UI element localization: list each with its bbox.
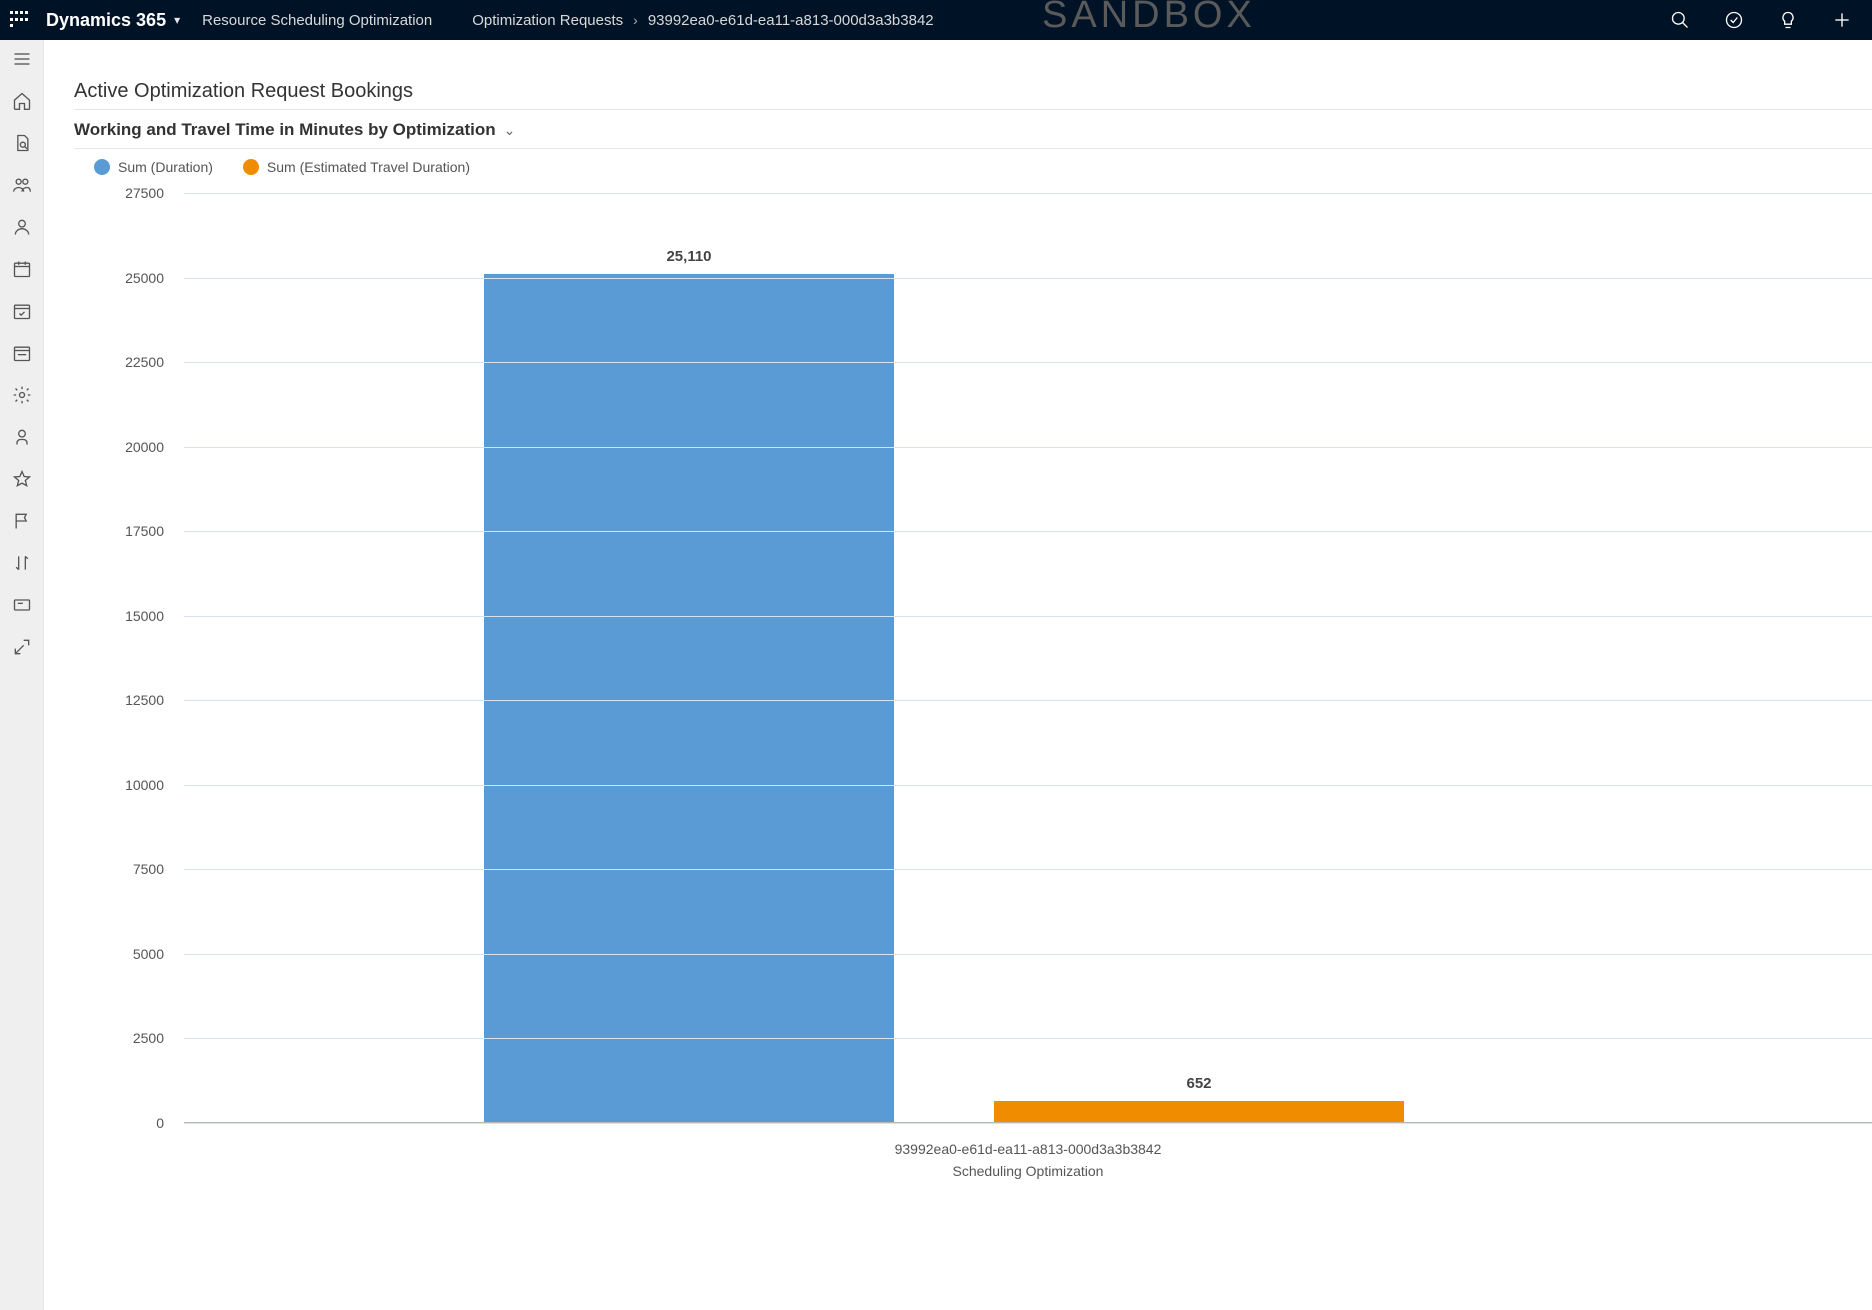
y-tick-label: 0	[156, 1115, 164, 1131]
bar-value-label: 652	[994, 1075, 1404, 1092]
bar-travel[interactable]: 652	[994, 1101, 1404, 1123]
y-tick-label: 27500	[125, 185, 164, 201]
star-icon[interactable]	[11, 468, 33, 490]
person-icon[interactable]	[11, 216, 33, 238]
y-tick-label: 2500	[133, 1030, 164, 1046]
top-nav-bar: Dynamics 365 ▾ Resource Scheduling Optim…	[0, 0, 1872, 40]
legend-item-duration[interactable]: Sum (Duration)	[94, 159, 213, 175]
share-icon[interactable]	[11, 636, 33, 658]
calendar-icon[interactable]	[11, 258, 33, 280]
user-icon[interactable]	[11, 426, 33, 448]
home-icon[interactable]	[11, 90, 33, 112]
x-axis: 93992ea0-e61d-ea11-a813-000d3a3b3842 Sch…	[184, 1133, 1872, 1193]
y-tick-label: 17500	[125, 523, 164, 539]
plot-area: 25,110 652	[184, 193, 1872, 1123]
gear-icon[interactable]	[11, 384, 33, 406]
chart-legend: Sum (Duration) Sum (Estimated Travel Dur…	[94, 159, 1872, 175]
y-axis: 0250050007500100001250015000175002000022…	[94, 183, 174, 1123]
lightbulb-icon[interactable]	[1778, 10, 1798, 30]
x-category-label: 93992ea0-e61d-ea11-a813-000d3a3b3842	[184, 1133, 1872, 1157]
chevron-down-icon: ⌄	[504, 122, 516, 139]
bar-duration[interactable]: 25,110	[484, 274, 894, 1123]
menu-icon[interactable]	[11, 48, 33, 70]
task-icon[interactable]	[1724, 10, 1744, 30]
chart-title-dropdown[interactable]: Working and Travel Time in Minutes by Op…	[74, 120, 1872, 140]
legend-label: Sum (Duration)	[118, 159, 213, 175]
people-icon[interactable]	[11, 174, 33, 196]
chart-area: 0 2500 5000 7500 10000 12500 15000 17500 20000 22…	[94, 183, 1872, 1193]
breadcrumb-level-2[interactable]: 93992ea0-e61d-ea11-a813-000d3a3b3842	[648, 12, 934, 29]
add-icon[interactable]	[1832, 10, 1852, 30]
calendar-range-icon[interactable]	[11, 342, 33, 364]
legend-swatch-orange	[243, 159, 259, 175]
legend-label: Sum (Estimated Travel Duration)	[267, 159, 470, 175]
app-launcher-icon[interactable]	[10, 11, 28, 29]
main-content: Active Optimization Request Bookings Wor…	[44, 40, 1872, 1310]
app-name[interactable]: Resource Scheduling Optimization	[202, 12, 432, 29]
calendar-check-icon[interactable]	[11, 300, 33, 322]
y-tick-label: 22500	[125, 354, 164, 370]
flag-icon[interactable]	[11, 510, 33, 532]
chart-title: Working and Travel Time in Minutes by Op…	[74, 120, 496, 140]
sort-icon[interactable]	[11, 552, 33, 574]
y-tick-label: 12500	[125, 692, 164, 708]
section-title: Active Optimization Request Bookings	[74, 80, 1872, 103]
y-tick-label: 25000	[125, 270, 164, 286]
legend-swatch-blue	[94, 159, 110, 175]
chevron-down-icon[interactable]: ▾	[174, 13, 180, 27]
environment-badge: SANDBOX	[1042, 0, 1256, 37]
bar-value-label: 25,110	[484, 248, 894, 265]
brand-label[interactable]: Dynamics 365	[46, 10, 166, 31]
breadcrumb-level-1[interactable]: Optimization Requests	[472, 12, 623, 29]
document-search-icon[interactable]	[11, 132, 33, 154]
legend-item-travel[interactable]: Sum (Estimated Travel Duration)	[243, 159, 470, 175]
y-tick-label: 5000	[133, 946, 164, 962]
y-tick-label: 20000	[125, 439, 164, 455]
side-rail	[0, 40, 44, 1310]
x-axis-title: Scheduling Optimization	[184, 1163, 1872, 1179]
search-icon[interactable]	[1670, 10, 1690, 30]
y-tick-label: 15000	[125, 608, 164, 624]
y-tick-label: 10000	[125, 777, 164, 793]
breadcrumb-separator: ›	[633, 12, 638, 28]
card-icon[interactable]	[11, 594, 33, 616]
y-tick-label: 7500	[133, 861, 164, 877]
